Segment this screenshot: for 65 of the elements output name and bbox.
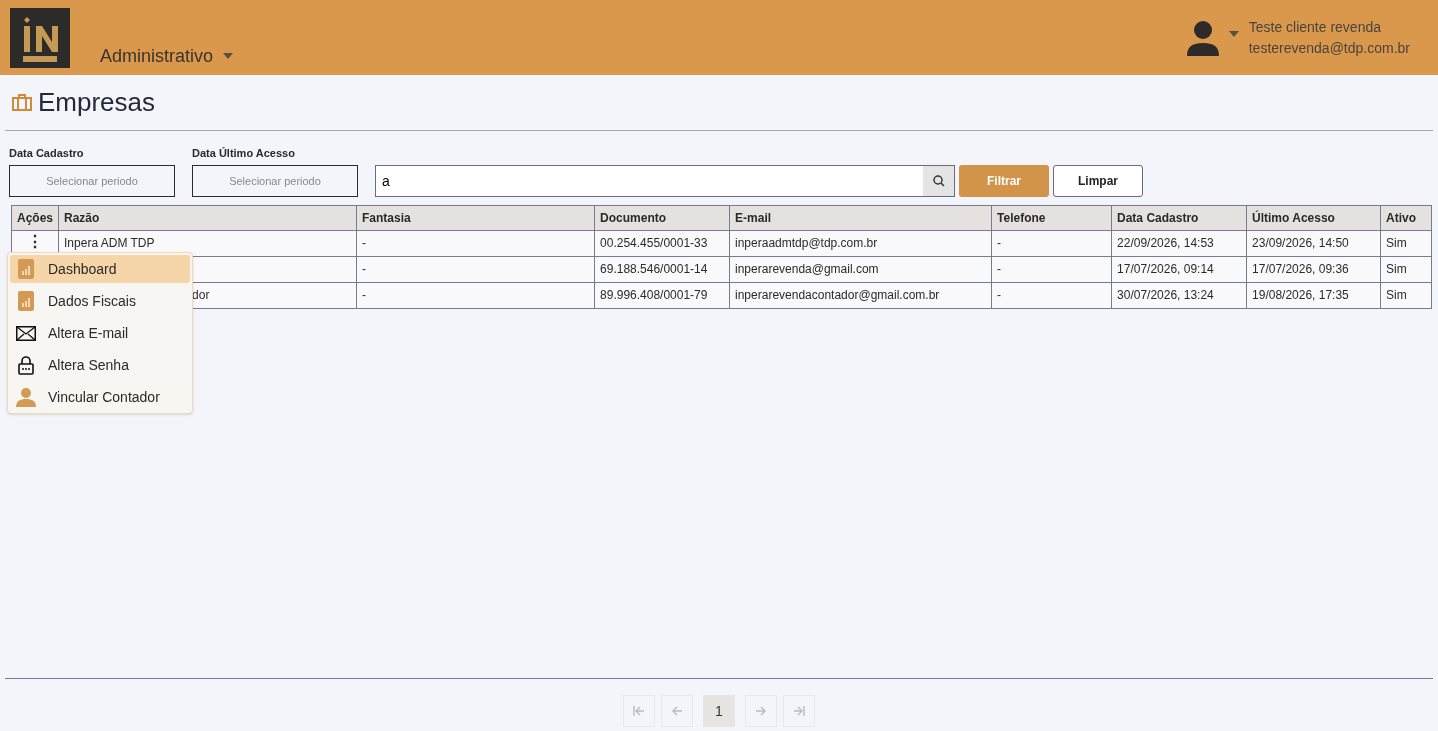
module-menu[interactable]: Administrativo — [100, 44, 234, 68]
table-cell: 69.188.546/0001-14 — [600, 262, 708, 276]
column-header: E-mail — [729, 205, 992, 230]
first-page-button[interactable] — [623, 695, 655, 727]
first-page-icon — [633, 706, 645, 716]
table-cell: Sim — [1386, 262, 1407, 276]
logo-icon — [10, 8, 70, 68]
user-name: Teste cliente revenda — [1248, 17, 1382, 37]
caret-icon[interactable] — [1228, 30, 1239, 37]
last-page-icon — [793, 706, 805, 716]
menu-item[interactable]: Dados Fiscais — [10, 287, 190, 315]
date-range-field[interactable]: Selecionar periodo — [192, 164, 358, 197]
page-title: Empresas — [38, 86, 156, 119]
menu-item[interactable]: Altera Senha — [10, 351, 190, 379]
table-cell: 19/08/2026, 17:35 — [1252, 288, 1349, 302]
person-icon — [16, 387, 36, 407]
column-header: Data Cadastro — [1111, 205, 1247, 230]
column-header: Fantasia — [356, 205, 595, 230]
column-header: Telefone — [991, 205, 1112, 230]
table-cell: inperarevendacontador@gmail.com.br — [735, 288, 940, 302]
menu-item[interactable]: Vincular Contador — [10, 383, 190, 411]
briefcase-icon — [12, 94, 32, 111]
table-cell: Sim — [1386, 288, 1407, 302]
user-avatar-icon[interactable] — [1184, 19, 1221, 56]
bar-chart-icon — [18, 291, 34, 311]
menu-item[interactable]: Dashboard — [10, 255, 190, 283]
table-cell: dor — [192, 288, 210, 302]
arrow-right-icon — [756, 706, 766, 716]
table-cell: - — [997, 236, 1002, 250]
column-header: Último Acesso — [1246, 205, 1381, 230]
table-cell: - — [362, 236, 367, 250]
table-cell: inperarevenda@gmail.com — [735, 262, 879, 276]
table-cell: 00.254.455/0001-33 — [600, 236, 708, 250]
envelope-icon — [16, 325, 36, 341]
table-cell: 89.996.408/0001-79 — [600, 288, 708, 302]
table-cell: 23/09/2026, 14:50 — [1252, 236, 1349, 250]
clear-button[interactable]: Limpar — [1053, 164, 1143, 197]
table-cell: Sim — [1386, 236, 1407, 250]
next-page-button[interactable] — [745, 695, 777, 727]
menu-item[interactable]: Altera E-mail — [10, 319, 190, 347]
table-cell: - — [362, 288, 367, 302]
table-cell: - — [997, 262, 1002, 276]
table-cell: - — [362, 262, 367, 276]
table-cell: 17/07/2026, 09:14 — [1117, 262, 1214, 276]
page-button[interactable]: 1 — [703, 695, 735, 727]
last-page-button[interactable] — [783, 695, 815, 727]
column-header: Documento — [594, 205, 730, 230]
user-email: testerevenda@tdp.com.br — [1248, 38, 1410, 58]
table-cell: 17/07/2026, 09:36 — [1252, 262, 1349, 276]
previous-page-button[interactable] — [661, 695, 693, 727]
table-cell: inperaadmtdp@tdp.com.br — [735, 236, 878, 250]
column-header: Ações — [11, 205, 59, 230]
lock-icon — [18, 355, 34, 375]
table-cell: 30/07/2026, 13:24 — [1117, 288, 1214, 302]
column-header: Ativo — [1380, 205, 1432, 230]
date-range-field[interactable]: Selecionar periodo — [9, 164, 175, 197]
column-header: Razão — [58, 205, 357, 230]
caret-icon — [223, 53, 234, 59]
arrow-left-icon — [672, 706, 682, 716]
bar-chart-icon — [18, 259, 34, 279]
table-cell: - — [997, 288, 1002, 302]
filter-label: Data Cadastro — [9, 146, 85, 161]
filter-label: Data Último Acesso — [192, 146, 296, 161]
table-cell: Inpera ADM TDP — [64, 236, 155, 250]
table-cell: 22/09/2026, 14:53 — [1117, 236, 1214, 250]
